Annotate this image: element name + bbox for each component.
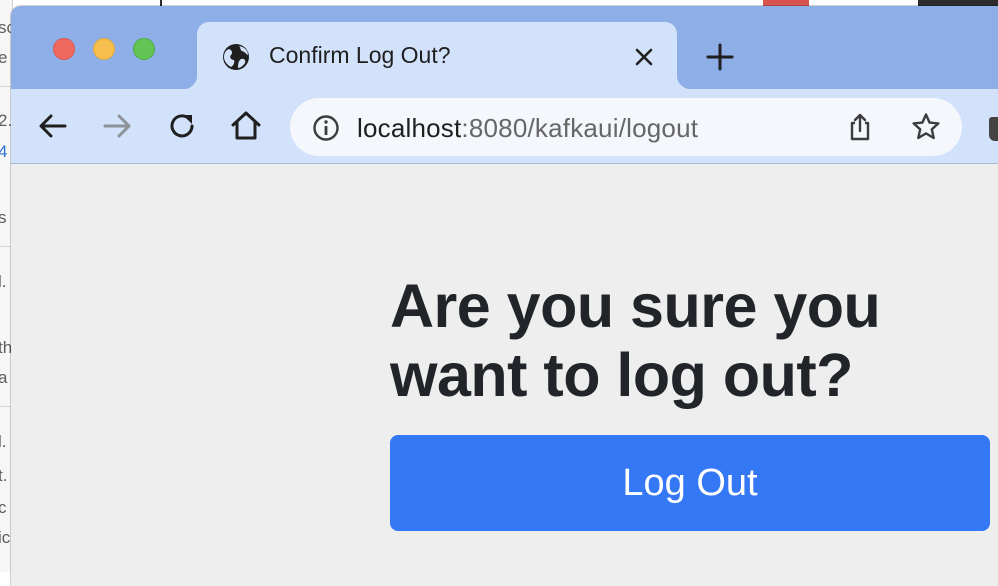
background-text: l. [0,432,7,451]
extension-icon[interactable] [989,117,998,141]
url-host: localhost [357,113,462,143]
address-bar[interactable]: localhost:8080/kafkaui/logout [290,98,962,156]
tab-strip: Confirm Log Out? [11,6,998,89]
home-icon[interactable] [229,109,263,143]
background-text: l. [0,272,7,291]
window-close-button[interactable] [53,38,75,60]
page-content: Are you sure you want to log out? Log Ou… [11,164,998,586]
close-tab-icon[interactable] [631,44,657,70]
tab-confirm-log-out[interactable]: Confirm Log Out? [183,22,691,89]
reload-icon[interactable] [165,109,199,143]
forward-icon[interactable] [100,109,134,143]
background-text: ic [0,528,11,547]
info-icon[interactable] [312,114,340,142]
background-text: t. [0,466,8,485]
back-icon[interactable] [36,109,70,143]
tab-title: Confirm Log Out? [269,42,451,68]
browser-toolbar: localhost:8080/kafkaui/logout [11,89,998,164]
window-minimize-button[interactable] [93,38,115,60]
url-path: :8080/kafkaui/logout [461,113,699,143]
background-text: c [0,498,7,518]
background-text: s [0,208,7,228]
globe-icon [221,42,251,72]
page-title: Are you sure you want to log out? [390,272,881,409]
bookmark-star-icon[interactable] [910,111,942,143]
log-out-button[interactable]: Log Out [390,435,990,531]
background-text: e [0,48,7,68]
url-text: localhost:8080/kafkaui/logout [357,113,698,144]
browser-window: Confirm Log Out? localhost:8080/kafkaui/… [11,6,998,586]
window-zoom-button[interactable] [133,38,155,60]
background-text: 4 [0,142,7,162]
share-icon[interactable] [844,111,876,143]
background-text: a [0,368,7,388]
new-tab-icon[interactable] [704,41,736,73]
